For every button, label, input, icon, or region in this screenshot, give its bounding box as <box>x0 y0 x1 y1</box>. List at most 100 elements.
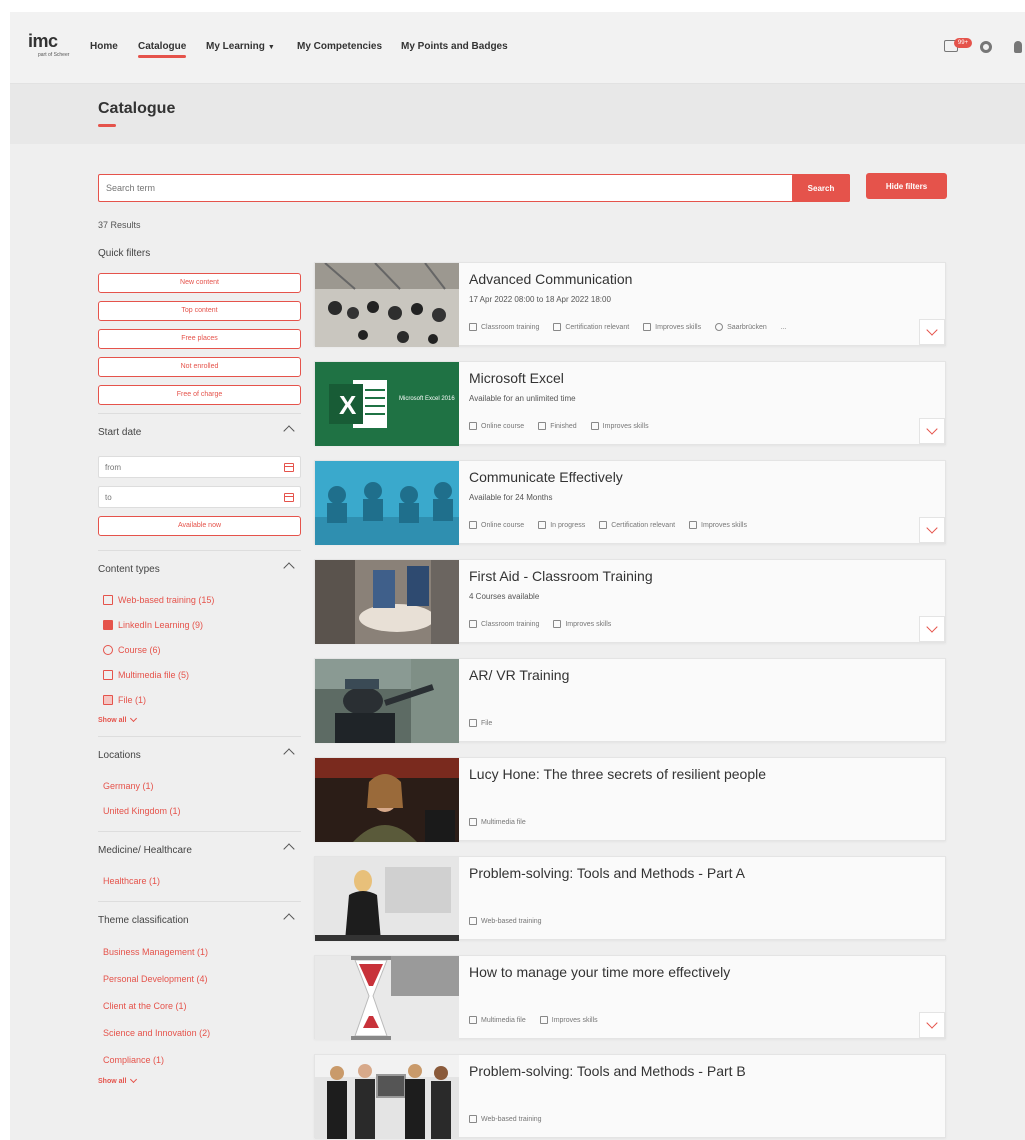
expand-card-button[interactable] <box>919 616 945 642</box>
expand-card-button[interactable] <box>919 1012 945 1038</box>
theme-show-all[interactable]: Show all <box>98 1073 301 1089</box>
content-types-show-all[interactable]: Show all <box>98 712 301 728</box>
card-thumbnail <box>315 560 459 644</box>
card-meta: Web-based training <box>469 1115 556 1123</box>
content-type-web-based-training[interactable]: Web-based training (15) <box>98 587 301 612</box>
thumbnail-image <box>315 857 459 941</box>
meta-item: Classroom training <box>469 323 539 331</box>
expand-card-button[interactable] <box>919 517 945 543</box>
nav-my-learning-label: My Learning <box>206 41 265 52</box>
user-icon[interactable] <box>1014 41 1022 53</box>
location-united-kingdom[interactable]: United Kingdom (1) <box>98 798 301 823</box>
certificate-icon <box>553 323 562 331</box>
medicine-healthcare[interactable]: Healthcare (1) <box>98 868 301 893</box>
chevron-up-icon[interactable] <box>283 748 295 760</box>
meta-label: Classroom training <box>481 620 540 628</box>
calendar-icon[interactable] <box>284 493 294 502</box>
meta-item: File <box>469 719 492 727</box>
quick-filter-free-of-charge[interactable]: Free of charge <box>98 385 301 405</box>
result-card[interactable]: How to manage your time more effectively… <box>314 955 946 1040</box>
content-type-label: File (1) <box>118 694 147 705</box>
quick-filter-top-content[interactable]: Top content <box>98 301 301 321</box>
location-germany[interactable]: Germany (1) <box>98 773 301 798</box>
card-meta: Classroom training Improves skills <box>469 620 625 628</box>
expand-card-button[interactable] <box>919 319 945 345</box>
theme-personal-development[interactable]: Personal Development (4) <box>98 965 301 992</box>
card-title: AR/ VR Training <box>469 667 570 683</box>
skills-icon <box>689 521 698 529</box>
calendar-icon[interactable] <box>284 463 294 472</box>
app: imc part of Scheer Home Catalogue My Lea… <box>10 12 1025 1140</box>
show-all-label: Show all <box>98 716 127 724</box>
theme-compliance[interactable]: Compliance (1) <box>98 1046 301 1073</box>
meta-label: Improves skills <box>602 422 649 430</box>
content-type-linkedin-learning[interactable]: LinkedIn Learning (9) <box>98 612 301 637</box>
nav-points-badges[interactable]: My Points and Badges <box>401 41 508 52</box>
web-training-icon <box>469 1115 477 1123</box>
multimedia-icon <box>469 1016 477 1024</box>
logo[interactable]: imc part of Scheer <box>28 32 72 66</box>
svg-text:X: X <box>339 390 357 420</box>
quick-filter-free-places[interactable]: Free places <box>98 329 301 349</box>
card-thumbnail <box>315 263 459 347</box>
web-training-icon <box>469 917 477 925</box>
thumbnail-image <box>315 263 459 347</box>
content-type-multimedia-file[interactable]: Multimedia file (5) <box>98 662 301 687</box>
chevron-up-icon[interactable] <box>283 425 295 437</box>
date-from-input[interactable] <box>99 457 277 477</box>
meta-item: Online course <box>469 422 524 430</box>
meta-label: Certification relevant <box>611 521 676 529</box>
search-button[interactable]: Search <box>792 174 850 202</box>
notification-badge: 99+ <box>954 38 972 48</box>
theme-science-innovation[interactable]: Science and Innovation (2) <box>98 1019 301 1046</box>
chevron-up-icon[interactable] <box>283 843 295 855</box>
result-card[interactable]: Lucy Hone: The three secrets of resilien… <box>314 757 946 842</box>
online-course-icon <box>469 422 477 430</box>
thumbnail-image <box>315 461 459 545</box>
quick-filter-new-content[interactable]: New content <box>98 273 301 293</box>
content-types-header[interactable]: Content types <box>98 551 301 587</box>
settings-icon[interactable] <box>980 41 992 53</box>
card-title: Problem-solving: Tools and Methods - Par… <box>469 865 745 881</box>
expand-card-button[interactable] <box>919 418 945 444</box>
chevron-up-icon[interactable] <box>283 913 295 925</box>
search-input[interactable] <box>99 175 793 201</box>
chevron-up-icon[interactable] <box>283 562 295 574</box>
start-date-header[interactable]: Start date <box>98 414 301 450</box>
nav-catalogue[interactable]: Catalogue <box>138 41 187 58</box>
card-title: Problem-solving: Tools and Methods - Par… <box>469 1063 746 1079</box>
content-type-file[interactable]: File (1) <box>98 687 301 712</box>
result-card[interactable]: X Microsoft Excel 2016 Microsoft Excel A… <box>314 361 946 446</box>
card-meta: File <box>469 719 506 727</box>
nav-my-learning[interactable]: My Learning ▼ <box>206 41 275 52</box>
theme-client-at-the-core[interactable]: Client at the Core (1) <box>98 992 301 1019</box>
locations-header[interactable]: Locations <box>98 737 301 773</box>
thumbnail-image <box>315 560 459 644</box>
result-card[interactable]: First Aid - Classroom Training 4 Courses… <box>314 559 946 644</box>
theme-business-management[interactable]: Business Management (1) <box>98 938 301 965</box>
date-to-input[interactable] <box>99 487 277 507</box>
nav-my-competencies[interactable]: My Competencies <box>297 41 382 52</box>
medicine-header[interactable]: Medicine/ Healthcare <box>98 832 301 868</box>
meta-item: ... <box>781 323 787 331</box>
result-card[interactable]: Communicate Effectively Available for 24… <box>314 460 946 545</box>
card-title: Advanced Communication <box>469 271 633 287</box>
caret-down-icon: ▼ <box>267 44 275 51</box>
result-card[interactable]: Advanced Communication 17 Apr 2022 08:00… <box>314 262 946 347</box>
result-card[interactable]: AR/ VR Training File <box>314 658 946 743</box>
content-type-course[interactable]: Course (6) <box>98 637 301 662</box>
medicine-section: Medicine/ Healthcare Healthcare (1) <box>98 831 301 893</box>
hide-filters-button[interactable]: Hide filters <box>866 173 947 199</box>
available-now-button[interactable]: Available now <box>98 516 301 536</box>
result-card[interactable]: Problem-solving: Tools and Methods - Par… <box>314 856 946 941</box>
quick-filter-not-enrolled[interactable]: Not enrolled <box>98 357 301 377</box>
nav-home[interactable]: Home <box>90 41 118 52</box>
skills-icon <box>553 620 562 628</box>
page-header: Catalogue <box>10 84 1025 144</box>
content-types-section: Content types Web-based training (15) Li… <box>98 550 301 728</box>
theme-header[interactable]: Theme classification <box>98 902 301 938</box>
content-type-label: Course (6) <box>118 644 161 655</box>
result-card[interactable]: Problem-solving: Tools and Methods - Par… <box>314 1054 946 1139</box>
thumbnail-image <box>315 659 459 743</box>
meta-item: Improves skills <box>539 1016 598 1024</box>
